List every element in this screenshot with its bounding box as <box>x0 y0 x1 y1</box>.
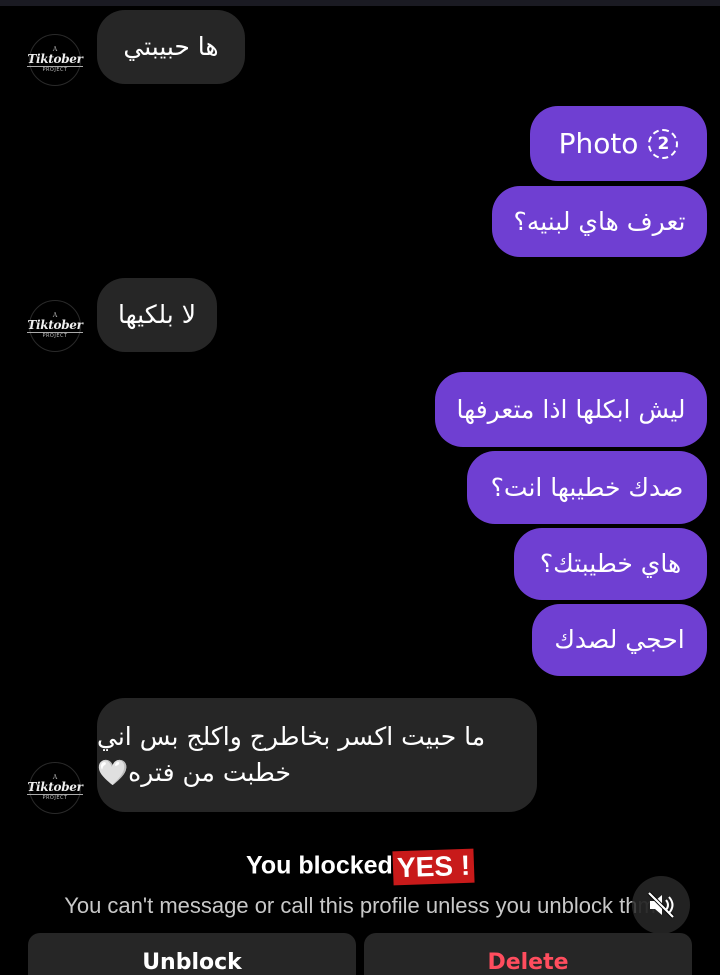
blocked-title: You blocked YES ! <box>0 848 720 886</box>
message-text: صدك خطيبها انت؟ <box>490 472 684 502</box>
message-bubble-sent[interactable]: هاي خطيبتك؟ <box>514 528 707 600</box>
message-bubble-sent[interactable]: تعرف هاي لبنيه؟ <box>492 186 707 257</box>
photo-message-bubble[interactable]: Photo 2 <box>530 106 707 181</box>
avatar-logo-name: Tiktober <box>27 317 83 333</box>
blocked-subtitle: You can't message or call this profile u… <box>64 893 656 918</box>
message-text-line-2: خطبت من فتره🤍 <box>97 758 291 787</box>
photo-count-icon: 2 <box>648 128 679 159</box>
message-text: هاي خطيبتك؟ <box>539 549 682 578</box>
avatar-logo-sub: PROJECT <box>42 794 68 801</box>
top-status-strip <box>0 0 720 6</box>
avatar-logo-name: Tiktober <box>27 779 83 795</box>
message-bubble-received[interactable]: ما حبيت اكسر بخاطرج واكلج بس اني خطبت من… <box>97 698 537 812</box>
message-text: ليش ابكلها اذا متعرفها <box>456 394 686 424</box>
yes-sticker-overlay: YES ! <box>392 848 475 886</box>
speaker-muted-icon <box>647 891 675 919</box>
message-bubble-received[interactable]: لا بلكيها <box>97 278 217 352</box>
contact-avatar[interactable]: A Tiktober PROJECT <box>27 762 83 814</box>
message-bubble-sent[interactable]: احجي لصدك <box>532 604 707 676</box>
message-text: لا بلكيها <box>118 300 196 329</box>
avatar-logo-sub: PROJECT <box>42 66 68 73</box>
message-text-line-1: ما حبيت اكسر بخاطرج واكلج بس اني <box>97 722 486 751</box>
avatar-logo-name: Tiktober <box>27 51 83 67</box>
avatar-logo-sub: PROJECT <box>42 332 68 339</box>
blocked-title-text: You blocked <box>246 851 393 880</box>
contact-avatar[interactable]: A Tiktober PROJECT <box>27 300 83 352</box>
message-text: تعرف هاي لبنيه؟ <box>513 206 686 236</box>
message-text: احجي لصدك <box>554 625 685 654</box>
photo-label: Photo <box>558 126 639 160</box>
delete-button[interactable]: Delete <box>364 933 692 975</box>
contact-avatar[interactable]: A Tiktober PROJECT <box>27 34 83 86</box>
message-bubble-sent[interactable]: ليش ابكلها اذا متعرفها <box>435 372 707 447</box>
message-bubble-received[interactable]: ها حبيبتي <box>97 10 245 84</box>
message-text: ها حبيبتي <box>123 32 219 61</box>
message-bubble-sent[interactable]: صدك خطيبها انت؟ <box>467 451 707 524</box>
mute-video-button[interactable] <box>632 876 690 934</box>
unblock-button[interactable]: Unblock <box>28 933 356 975</box>
white-heart-icon: 🤍 <box>97 758 129 787</box>
